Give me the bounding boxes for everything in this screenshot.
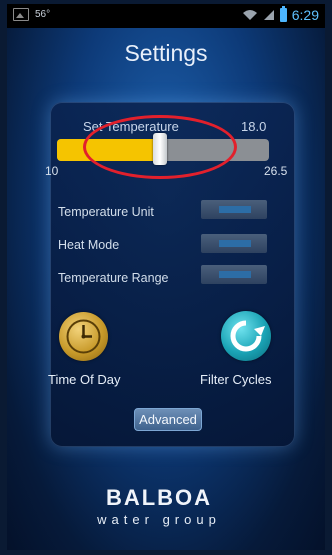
toggle-knob bbox=[219, 206, 251, 213]
slider-min-label: 10 bbox=[45, 164, 59, 178]
status-right: 6:29 bbox=[242, 6, 319, 23]
signal-icon bbox=[263, 10, 274, 20]
heat-mode-label: Heat Mode bbox=[58, 238, 120, 252]
toggle-knob bbox=[219, 271, 251, 278]
slider-max-label: 26.5 bbox=[264, 164, 288, 178]
status-temperature: 56° bbox=[35, 9, 51, 20]
highlight-ellipse bbox=[83, 115, 237, 179]
set-temperature-value: 18.0 bbox=[241, 119, 267, 134]
temperature-range-toggle[interactable] bbox=[201, 265, 267, 284]
wifi-icon bbox=[242, 10, 257, 20]
status-time: 6:29 bbox=[291, 7, 319, 23]
page-title: Settings bbox=[124, 40, 208, 66]
clock-icon[interactable] bbox=[59, 312, 108, 361]
brand-logo: BALBOA bbox=[105, 485, 213, 510]
advanced-button[interactable]: Advanced bbox=[134, 408, 202, 431]
status-bar: 56° 6:29 bbox=[7, 4, 325, 28]
temperature-unit-label: Temperature Unit bbox=[58, 205, 154, 219]
toggle-knob bbox=[219, 240, 251, 247]
status-left: 56° bbox=[13, 8, 50, 21]
heat-mode-toggle[interactable] bbox=[201, 234, 267, 253]
time-of-day-label[interactable]: Time Of Day bbox=[48, 372, 120, 387]
filter-cycles-label[interactable]: Filter Cycles bbox=[200, 372, 272, 387]
image-icon bbox=[13, 8, 29, 21]
temperature-unit-toggle[interactable] bbox=[201, 200, 267, 219]
cycle-arrows bbox=[230, 320, 265, 352]
clock-face bbox=[66, 319, 101, 354]
temperature-range-label: Temperature Range bbox=[58, 271, 169, 285]
battery-icon bbox=[279, 6, 287, 22]
refresh-icon[interactable] bbox=[221, 311, 271, 361]
brand-tagline: water group bbox=[97, 512, 221, 527]
